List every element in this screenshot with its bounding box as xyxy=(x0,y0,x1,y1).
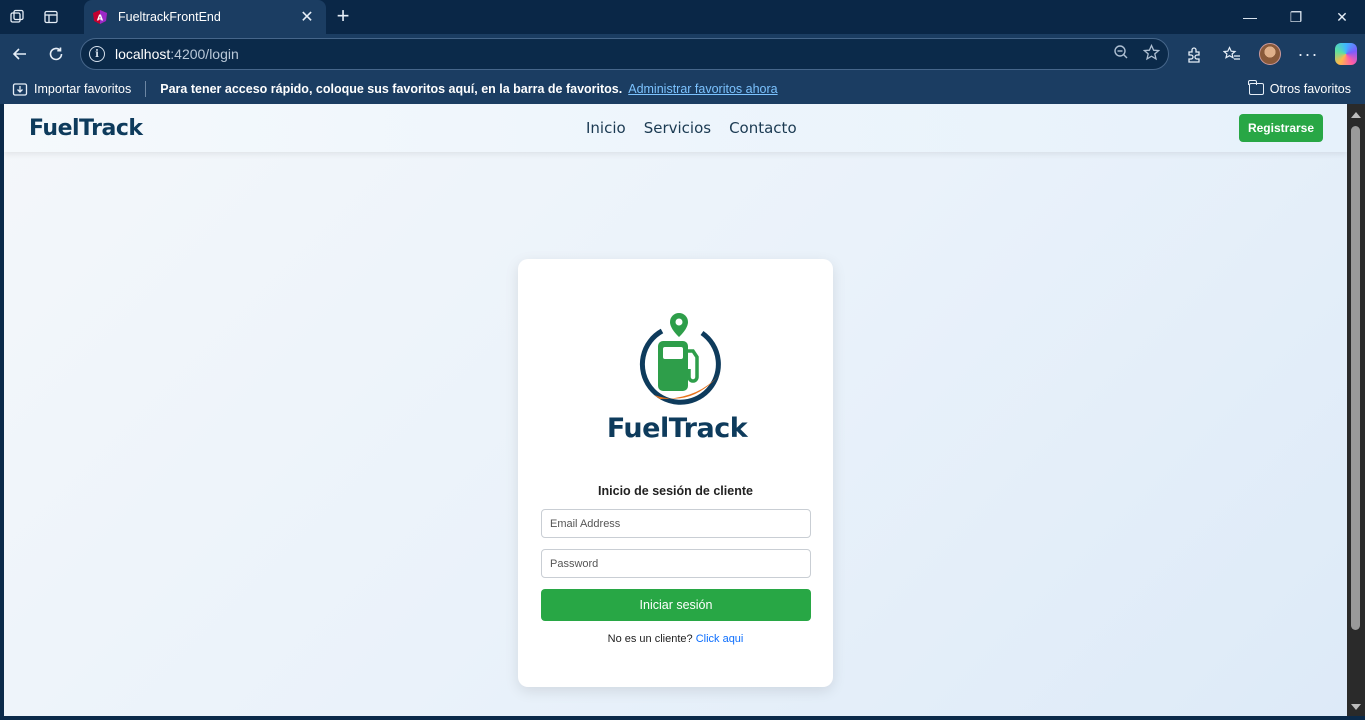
folder-icon xyxy=(1248,80,1264,95)
scroll-down-icon[interactable] xyxy=(1351,704,1361,710)
login-card: FuelTrack Inicio de sesión de cliente In… xyxy=(518,259,833,687)
login-title: Inicio de sesión de cliente xyxy=(598,484,753,498)
extensions-icon[interactable] xyxy=(1175,34,1213,74)
page-scrollbar[interactable] xyxy=(1347,104,1365,716)
nav-links: Inicio Servicios Contacto xyxy=(586,119,797,137)
manage-favorites-link[interactable]: Administrar favoritos ahora xyxy=(628,82,777,96)
restore-icon[interactable]: ❐ xyxy=(1273,0,1319,34)
password-field[interactable] xyxy=(541,549,811,578)
site-info-icon[interactable]: i xyxy=(89,46,105,62)
favorites-bar: Importar favoritos Para tener acceso ráp… xyxy=(0,74,1365,104)
fueltrack-logo: FuelTrack xyxy=(607,313,749,444)
url-path: :4200/login xyxy=(170,46,239,62)
scroll-thumb[interactable] xyxy=(1351,126,1360,630)
logo-wordmark: FuelTrack xyxy=(607,413,749,444)
site-navbar: FuelTrack Inicio Servicios Contacto Regi… xyxy=(4,104,1347,152)
email-field[interactable] xyxy=(541,509,811,538)
signup-prompt-text: No es un cliente? xyxy=(607,633,693,645)
url-text: localhost:4200/login xyxy=(115,46,239,62)
favorite-star-icon[interactable] xyxy=(1142,43,1161,65)
other-favorites-label: Otros favoritos xyxy=(1269,82,1351,96)
zoom-out-icon[interactable] xyxy=(1113,44,1129,64)
tab-title: FueltrackFrontEnd xyxy=(118,10,221,24)
signup-prompt: No es un cliente? Click aqui xyxy=(518,633,833,645)
tab-actions-icon[interactable] xyxy=(34,0,68,34)
angular-favicon-icon: A xyxy=(93,10,107,24)
browser-titlebar: A FueltrackFrontEnd ✕ + — ❐ ✕ xyxy=(0,0,1365,34)
address-bar[interactable]: i localhost:4200/login xyxy=(80,38,1169,70)
copilot-icon[interactable] xyxy=(1327,34,1365,74)
other-favorites-button[interactable]: Otros favoritos xyxy=(1248,74,1351,104)
import-favorites-label: Importar favoritos xyxy=(34,82,132,96)
site-brand[interactable]: FuelTrack xyxy=(29,116,143,141)
profile-avatar-icon[interactable] xyxy=(1251,34,1289,74)
svg-text:A: A xyxy=(97,14,104,23)
signup-link[interactable]: Click aqui xyxy=(696,633,744,645)
register-button[interactable]: Registrarse xyxy=(1239,114,1323,142)
browser-toolbar: i localhost:4200/login ··· xyxy=(0,34,1365,74)
import-icon xyxy=(12,82,28,96)
page-viewport: FuelTrack Inicio Servicios Contacto Regi… xyxy=(4,104,1347,716)
nav-link-contacto[interactable]: Contacto xyxy=(729,119,797,137)
refresh-icon[interactable] xyxy=(38,38,74,70)
favorites-hint: Para tener acceso rápido, coloque sus fa… xyxy=(160,82,623,96)
window-controls: — ❐ ✕ xyxy=(1227,0,1365,34)
nav-link-inicio[interactable]: Inicio xyxy=(586,119,626,137)
nav-link-servicios[interactable]: Servicios xyxy=(644,119,711,137)
more-menu-icon[interactable]: ··· xyxy=(1289,34,1327,74)
tab-close-icon[interactable]: ✕ xyxy=(298,7,316,27)
close-window-icon[interactable]: ✕ xyxy=(1319,0,1365,34)
login-button[interactable]: Iniciar sesión xyxy=(541,589,811,621)
favorites-list-icon[interactable] xyxy=(1213,34,1251,74)
browser-tab-active[interactable]: A FueltrackFrontEnd ✕ xyxy=(84,0,326,34)
scroll-up-icon[interactable] xyxy=(1351,112,1361,118)
workspaces-icon[interactable] xyxy=(0,0,34,34)
import-favorites-button[interactable]: Importar favoritos xyxy=(12,82,131,97)
url-host: localhost xyxy=(115,46,171,62)
favorites-divider xyxy=(145,81,147,97)
back-icon[interactable] xyxy=(2,38,38,70)
minimize-icon[interactable]: — xyxy=(1227,0,1273,34)
new-tab-icon[interactable]: + xyxy=(330,4,356,30)
